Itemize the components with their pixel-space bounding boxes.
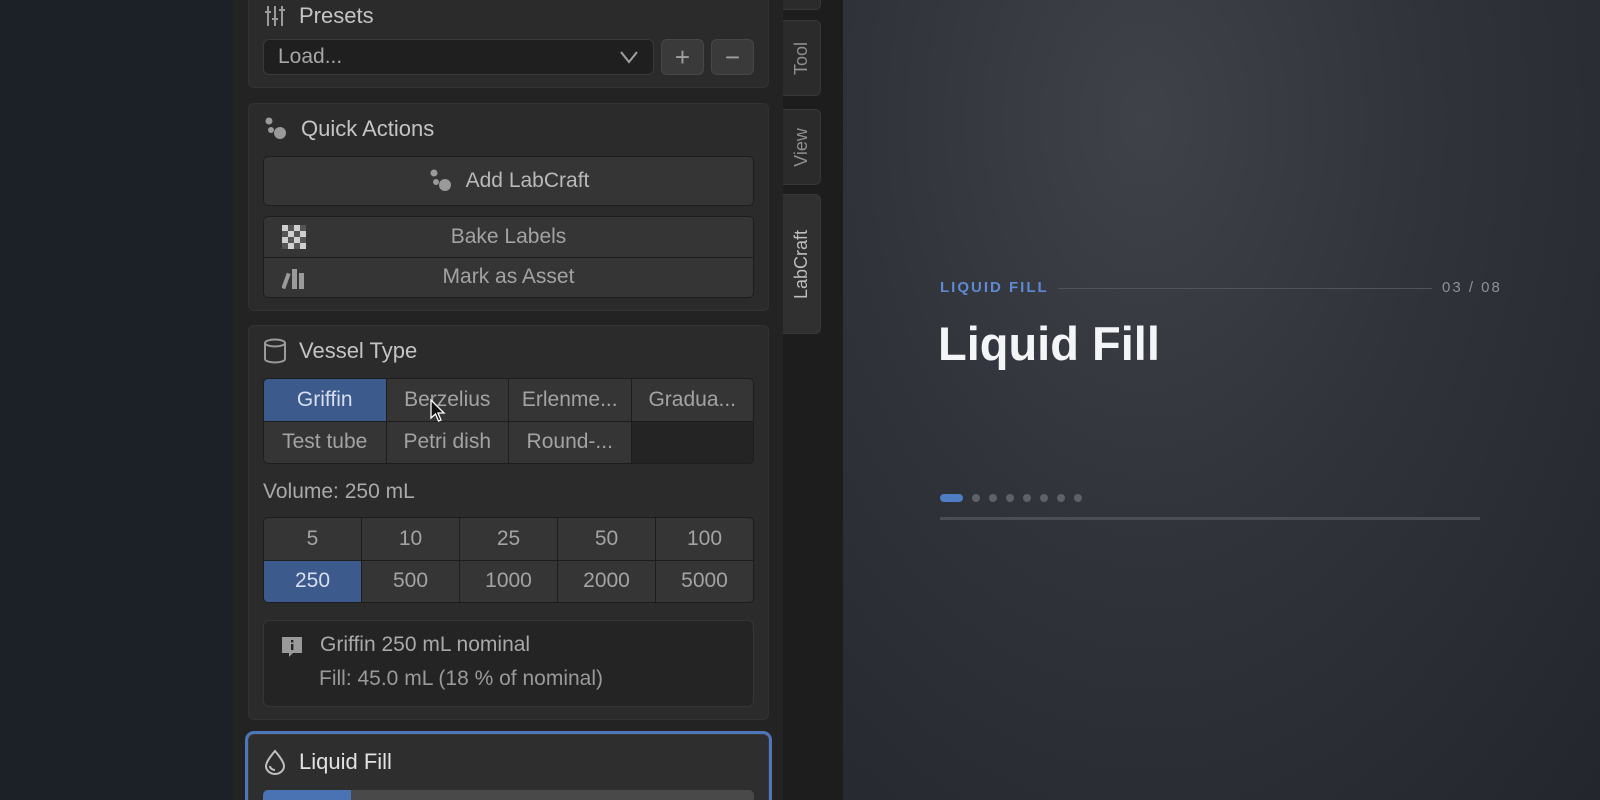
quick-actions-header: Quick Actions bbox=[263, 116, 434, 142]
mark-as-asset-label: Mark as Asset bbox=[442, 265, 575, 289]
slide-pagination bbox=[940, 494, 1082, 502]
vessel-info-box: Griffin 250 mL nominal Fill: 45.0 mL (18… bbox=[263, 620, 754, 707]
vessel-option-erlenmeyer[interactable]: Erlenme... bbox=[509, 379, 631, 421]
slide-area bbox=[843, 0, 1600, 800]
sliders-icon bbox=[263, 4, 287, 28]
liquid-fill-header: Liquid Fill bbox=[263, 749, 392, 775]
vessel-option-berzelius[interactable]: Berzelius bbox=[386, 379, 508, 421]
side-tab-top[interactable] bbox=[783, 0, 821, 10]
pagination-dot[interactable] bbox=[1023, 494, 1031, 502]
slide-title: Liquid Fill bbox=[938, 317, 1160, 370]
background-left bbox=[0, 0, 233, 800]
books-icon bbox=[282, 265, 306, 290]
slide-counter: 03 / 08 bbox=[1442, 279, 1502, 296]
bake-labels-button[interactable]: Bake Labels bbox=[264, 217, 753, 257]
vessel-option-graduated[interactable]: Gradua... bbox=[631, 379, 753, 421]
remove-preset-button[interactable]: − bbox=[711, 39, 754, 75]
tab-view[interactable]: View bbox=[783, 109, 821, 185]
volume-option-100[interactable]: 100 bbox=[656, 518, 753, 560]
mouse-cursor-icon bbox=[430, 398, 446, 428]
pagination-dot[interactable] bbox=[1006, 494, 1014, 502]
volume-grid: 5 10 25 50 100 250 500 1000 2000 5000 bbox=[263, 517, 754, 603]
add-preset-button[interactable]: + bbox=[661, 39, 704, 75]
info-icon bbox=[280, 635, 304, 659]
vessel-option-griffin[interactable]: Griffin bbox=[264, 379, 386, 421]
presets-header: Presets bbox=[263, 3, 374, 29]
pagination-dot[interactable] bbox=[972, 494, 980, 502]
vessel-option-petri-dish[interactable]: Petri dish bbox=[386, 421, 508, 463]
presets-select[interactable]: Load... bbox=[263, 39, 654, 75]
volume-option-5[interactable]: 5 bbox=[264, 518, 361, 560]
volume-option-250[interactable]: 250 bbox=[264, 560, 361, 602]
checkerboard-icon bbox=[282, 224, 306, 249]
tab-labcraft[interactable]: LabCraft bbox=[783, 194, 821, 334]
vessel-option-test-tube[interactable]: Test tube bbox=[264, 421, 386, 463]
volume-option-5000[interactable]: 5000 bbox=[656, 560, 753, 602]
tab-tool[interactable]: Tool bbox=[783, 20, 821, 96]
tab-tool-label: Tool bbox=[791, 41, 811, 75]
quick-actions-title: Quick Actions bbox=[301, 116, 435, 141]
kicker-divider bbox=[1058, 288, 1432, 289]
droplet-icon bbox=[263, 749, 287, 775]
vessel-info-line2: Fill: 45.0 mL (18 % of nominal) bbox=[319, 667, 604, 690]
volume-option-50[interactable]: 50 bbox=[558, 518, 655, 560]
add-labcraft-button[interactable]: Add LabCraft bbox=[263, 156, 754, 206]
volume-option-500[interactable]: 500 bbox=[362, 560, 459, 602]
pagination-dot[interactable] bbox=[989, 494, 997, 502]
pagination-dot[interactable] bbox=[940, 494, 963, 502]
bubbles-icon bbox=[263, 116, 289, 142]
vessel-type-title: Vessel Type bbox=[299, 338, 418, 363]
volume-option-25[interactable]: 25 bbox=[460, 518, 557, 560]
slide-kicker: LIQUID FILL bbox=[940, 279, 1049, 296]
volume-option-2000[interactable]: 2000 bbox=[558, 560, 655, 602]
tab-labcraft-label: LabCraft bbox=[791, 229, 812, 299]
quick-actions-group: Bake Labels Mark as Asset bbox=[263, 216, 754, 298]
volume-label: Volume: 250 mL bbox=[263, 480, 415, 503]
cylinder-icon bbox=[263, 338, 287, 364]
vessel-info-line1: Griffin 250 mL nominal bbox=[320, 633, 531, 656]
bubbles-icon bbox=[428, 168, 454, 194]
bake-labels-label: Bake Labels bbox=[450, 224, 567, 248]
pagination-dot[interactable] bbox=[1057, 494, 1065, 502]
fill-slider[interactable] bbox=[263, 790, 754, 800]
tab-view-label: View bbox=[791, 127, 812, 167]
vessel-option-empty bbox=[631, 421, 753, 463]
liquid-fill-title: Liquid Fill bbox=[299, 749, 392, 774]
slide-progress-track bbox=[940, 517, 1480, 520]
plus-icon: + bbox=[674, 41, 691, 72]
presets-select-value: Load... bbox=[278, 45, 343, 68]
minus-icon: − bbox=[724, 41, 741, 72]
chevron-down-icon bbox=[619, 50, 639, 64]
mark-as-asset-button[interactable]: Mark as Asset bbox=[264, 257, 753, 297]
presets-title: Presets bbox=[299, 3, 374, 28]
pagination-dot[interactable] bbox=[1040, 494, 1048, 502]
vessel-option-round-bottom[interactable]: Round-... bbox=[509, 421, 631, 463]
volume-option-1000[interactable]: 1000 bbox=[460, 560, 557, 602]
vessel-type-grid: Griffin Berzelius Erlenme... Gradua... T… bbox=[263, 378, 754, 464]
pagination-dot[interactable] bbox=[1074, 494, 1082, 502]
vessel-type-header: Vessel Type bbox=[263, 338, 417, 364]
fill-slider-fill bbox=[263, 790, 352, 800]
volume-option-10[interactable]: 10 bbox=[362, 518, 459, 560]
add-labcraft-label: Add LabCraft bbox=[465, 169, 590, 192]
